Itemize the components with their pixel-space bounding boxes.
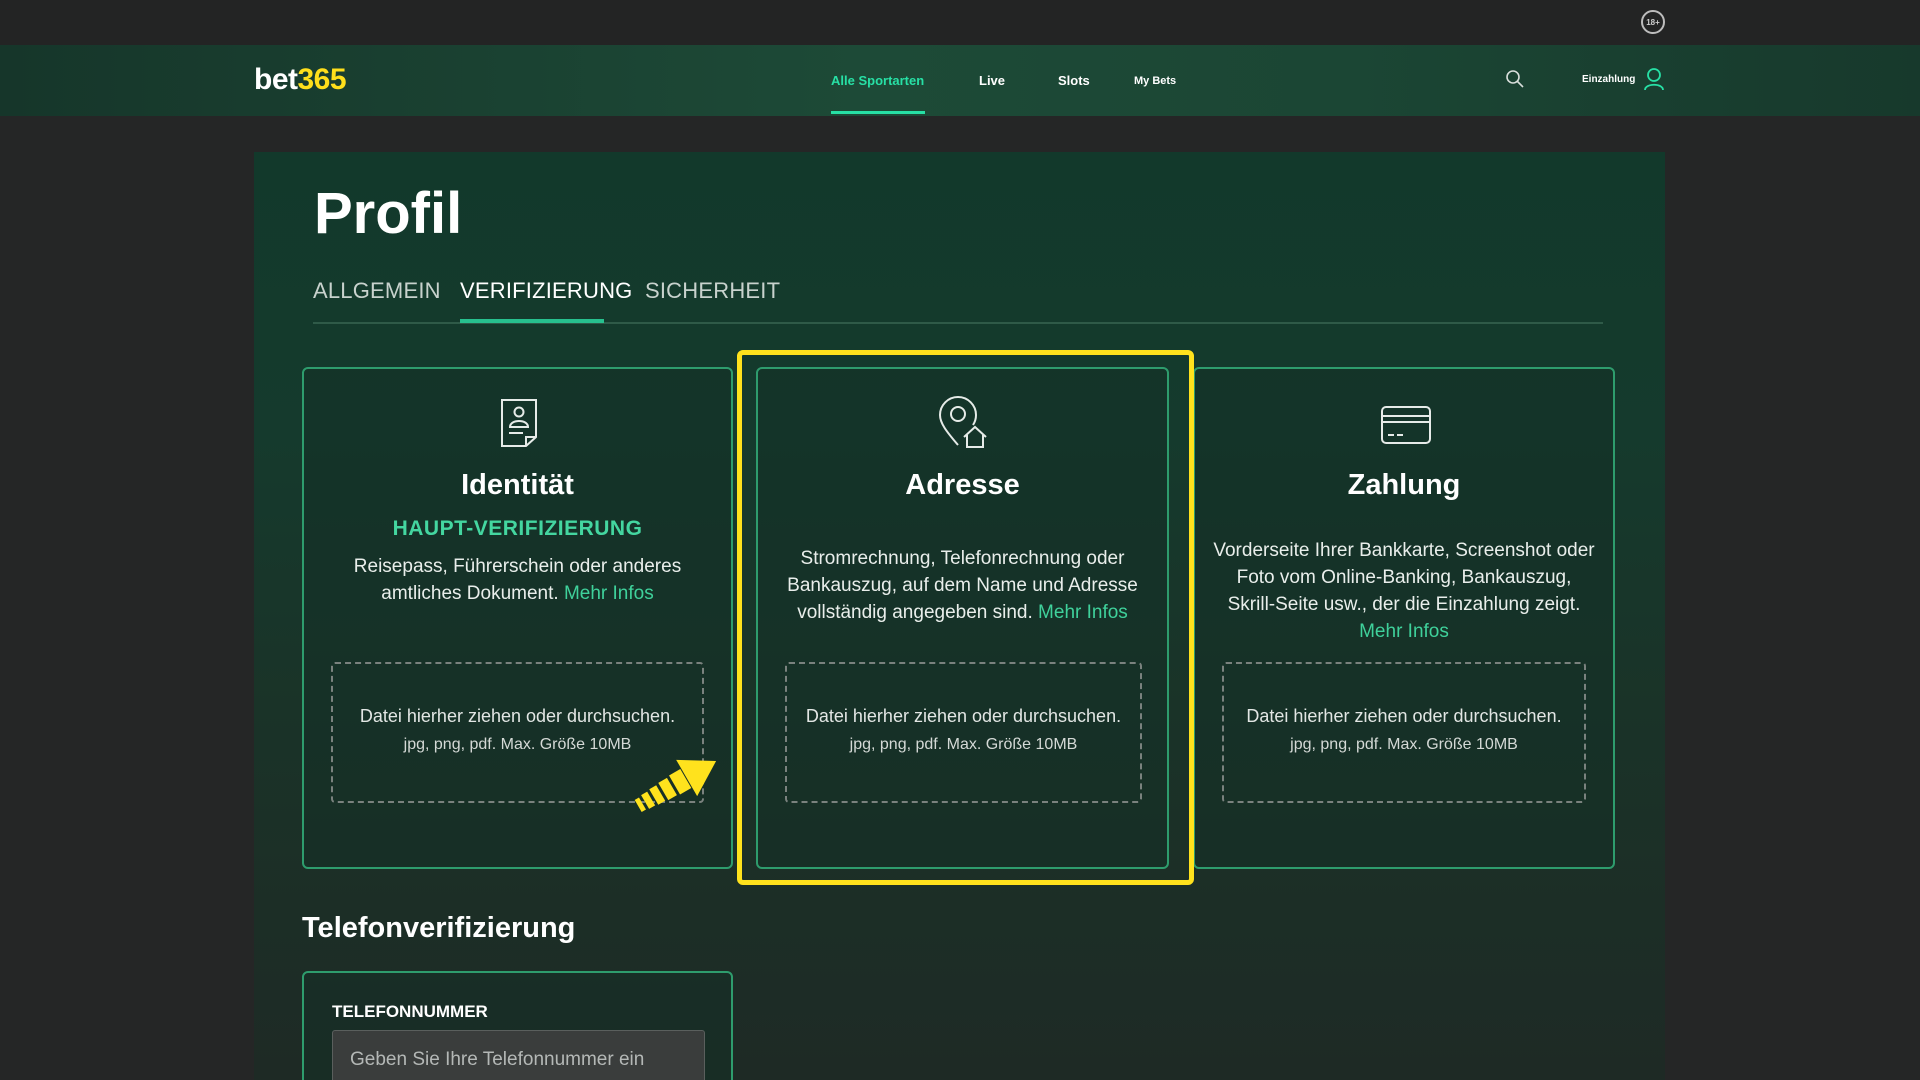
arrow-annotation-icon xyxy=(634,759,717,813)
card-description: Vorderseite Ihrer Bankkarte, Screenshot … xyxy=(1213,537,1595,645)
file-dropzone[interactable]: Datei hierher ziehen oder durchsuchen. j… xyxy=(1222,662,1586,803)
nav-active-underline xyxy=(831,111,925,114)
age-restriction-badge: 18+ xyxy=(1641,10,1665,34)
nav-live[interactable]: Live xyxy=(979,73,1005,88)
page-title: Profil xyxy=(314,181,463,246)
phone-section-title: Telefonverifizierung xyxy=(302,912,576,944)
card-description: Reisepass, Führerschein oder anderes amt… xyxy=(324,553,711,607)
highlight-frame xyxy=(737,350,1194,885)
tab-verifizierung[interactable]: VERIFIZIERUNG xyxy=(460,278,633,304)
bet365-logo[interactable]: bet365 xyxy=(254,63,347,97)
logo-text-bet: bet xyxy=(254,63,298,96)
user-account-icon[interactable] xyxy=(1643,67,1665,91)
dropzone-instruction: Datei hierher ziehen oder durchsuchen. xyxy=(1246,706,1562,726)
tab-sicherheit[interactable]: SICHERHEIT xyxy=(645,278,780,304)
dropzone-file-types: jpg, png, pdf. Max. Größe 10MB xyxy=(1290,736,1518,753)
search-icon[interactable] xyxy=(1505,69,1525,89)
dropzone-instruction: Datei hierher ziehen oder durchsuchen. xyxy=(359,706,676,726)
top-strip: 18+ xyxy=(0,0,1920,45)
card-title: Identität xyxy=(461,469,574,501)
tab-allgemein[interactable]: ALLGEMEIN xyxy=(313,278,441,304)
more-info-link[interactable]: Mehr Infos xyxy=(564,583,654,604)
card-description-text: Vorderseite Ihrer Bankkarte, Screenshot … xyxy=(1213,540,1595,615)
nav-my-bets[interactable]: My Bets xyxy=(1134,75,1176,87)
nav-all-sports[interactable]: Alle Sportarten xyxy=(831,73,924,88)
tab-active-underline xyxy=(460,319,604,323)
phone-number-input[interactable] xyxy=(332,1030,705,1080)
more-info-link[interactable]: Mehr Infos xyxy=(1359,621,1449,642)
nav-slots[interactable]: Slots xyxy=(1058,73,1090,88)
credit-card-icon xyxy=(1381,406,1431,444)
phone-card: TELEFONNUMMER xyxy=(302,971,733,1080)
id-document-icon xyxy=(501,399,537,447)
card-subtitle: HAUPT-VERIFIZIERUNG xyxy=(392,517,643,540)
deposit-link[interactable]: Einzahlung xyxy=(1582,74,1635,85)
card-title: Zahlung xyxy=(1347,469,1461,501)
logo-text-365: 365 xyxy=(297,63,347,96)
phone-label: TELEFONNUMMER xyxy=(332,1002,488,1021)
payment-card: Zahlung Vorderseite Ihrer Bankkarte, Scr… xyxy=(1193,367,1615,869)
site-header: bet365 Alle Sportarten Live Slots My Bet… xyxy=(0,45,1920,116)
